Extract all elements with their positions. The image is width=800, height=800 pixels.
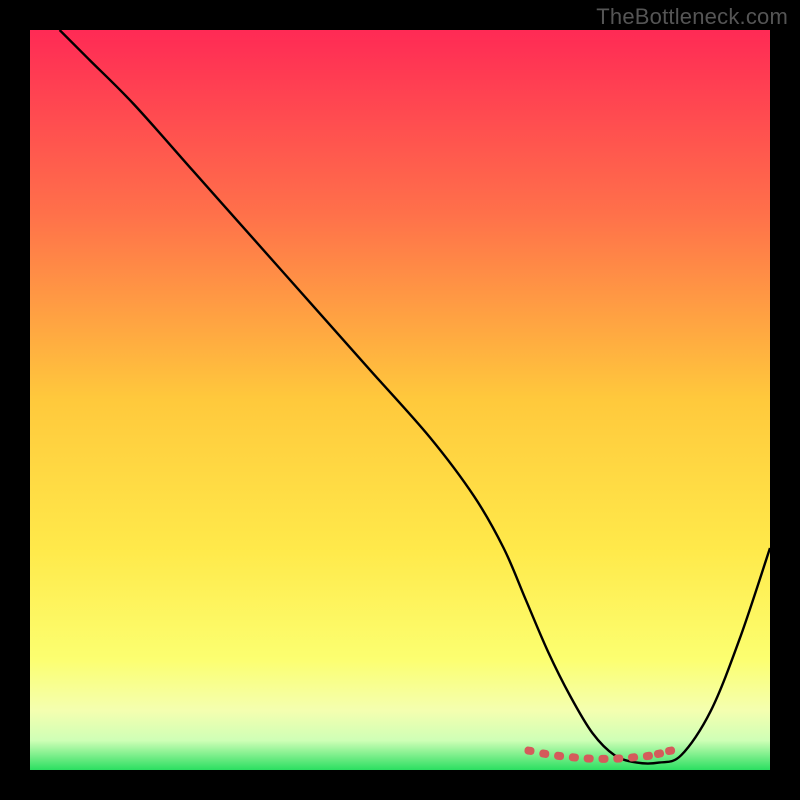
- trough-marker: [628, 753, 639, 762]
- watermark-text: TheBottleneck.com: [596, 4, 788, 30]
- gradient-background: [30, 30, 770, 770]
- chart-outer: TheBottleneck.com: [0, 0, 800, 800]
- trough-marker: [599, 755, 609, 763]
- chart-svg: [30, 30, 770, 770]
- trough-marker: [569, 753, 580, 762]
- plot-area: [30, 30, 770, 770]
- trough-marker: [584, 754, 594, 762]
- trough-marker: [613, 754, 623, 762]
